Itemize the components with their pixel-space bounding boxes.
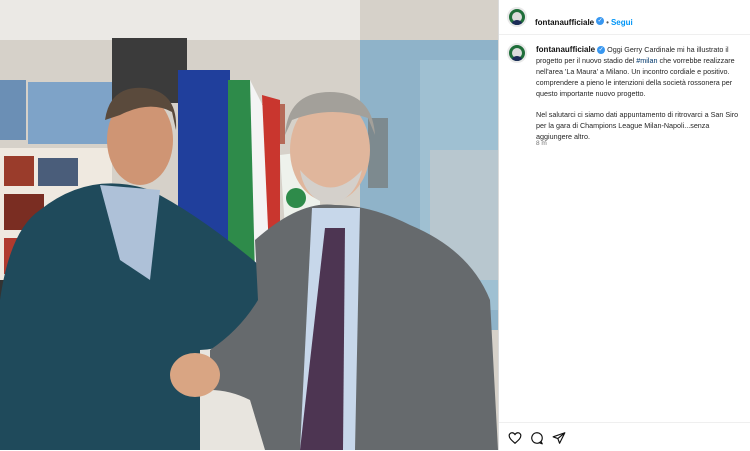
share-icon[interactable] (552, 431, 566, 445)
caption-line: Oggi Gerry Cardinale mi ha illustrato il (607, 45, 729, 54)
avatar[interactable] (507, 7, 527, 27)
caption-line: questo importante nuovo progetto. (536, 89, 646, 98)
post-side-panel: fontanaufficiale ✓ • Segui fontanaufficiale… (498, 0, 750, 450)
handshake-photo (0, 0, 498, 450)
username[interactable]: fontanaufficiale (535, 18, 594, 27)
follow-button[interactable]: Segui (611, 18, 633, 27)
heart-icon[interactable] (508, 431, 522, 445)
caption-line: che vorrebbe realizzare (657, 56, 735, 65)
caption-line: Nel salutarci ci siamo dati appuntamento… (536, 110, 739, 119)
hashtag-link[interactable]: #milan (636, 56, 657, 65)
comment-icon[interactable] (530, 431, 544, 445)
caption-line: nell'area 'La Maura' a Milano. Un incont… (536, 67, 730, 76)
post-caption: fontanaufficiale ✓ Oggi Gerry Cardinale m… (536, 44, 750, 152)
caption-line: per la gara di Champions League Milan-Na… (536, 121, 710, 130)
post-header: fontanaufficiale ✓ • Segui (499, 0, 750, 35)
separator-dot: • (606, 18, 609, 27)
verified-badge-icon: ✓ (596, 16, 605, 25)
caption-line: progetto per il nuovo stadio del (536, 56, 637, 65)
post-photo[interactable] (0, 0, 498, 450)
caption-username[interactable]: fontanaufficiale (536, 45, 595, 54)
verified-badge-icon: ✓ (597, 46, 606, 55)
post-actions-bar (499, 422, 750, 451)
caption-avatar[interactable] (507, 43, 527, 63)
caption-line: comprendere a pieno le intenzioni della … (536, 78, 733, 87)
post-timestamp[interactable]: 8 m (536, 140, 547, 147)
